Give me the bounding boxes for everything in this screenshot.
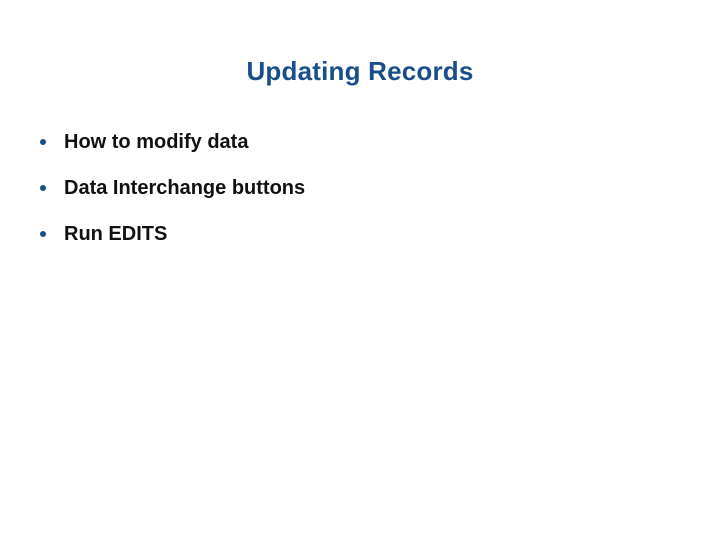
bullet-text: How to modify data [64, 130, 248, 154]
list-item: How to modify data [40, 130, 680, 154]
slide: Updating Records How to modify data Data… [0, 0, 720, 540]
slide-title: Updating Records [0, 56, 720, 87]
bullet-icon [40, 231, 46, 237]
bullet-icon [40, 139, 46, 145]
bullet-icon [40, 185, 46, 191]
bullet-text: Run EDITS [64, 222, 167, 246]
list-item: Data Interchange buttons [40, 176, 680, 200]
list-item: Run EDITS [40, 222, 680, 246]
bullet-text: Data Interchange buttons [64, 176, 305, 200]
bullet-list: How to modify data Data Interchange butt… [40, 130, 680, 268]
